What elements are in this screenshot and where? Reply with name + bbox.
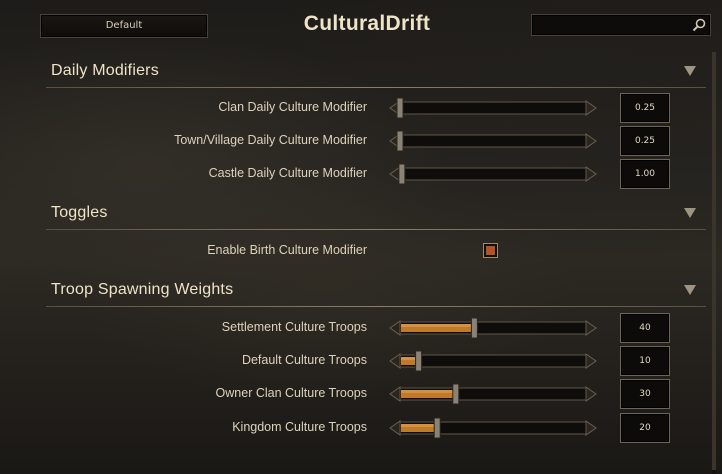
- slider-end-cap: [389, 353, 401, 369]
- slider-fill-highlight: [401, 324, 476, 327]
- chevron-down-icon[interactable]: [684, 208, 696, 218]
- slider-end-cap: [585, 386, 597, 402]
- slider-handle[interactable]: [396, 130, 404, 152]
- value-field[interactable]: 0.25: [620, 126, 670, 156]
- checkbox-checked-mark: [486, 246, 495, 255]
- value-field[interactable]: 30: [620, 379, 670, 409]
- setting-label: Kingdom Culture Troops: [232, 420, 367, 434]
- slider-end-cap: [585, 420, 597, 436]
- slider[interactable]: [388, 97, 598, 119]
- slider-graphic[interactable]: [388, 163, 598, 185]
- value-field[interactable]: 20: [620, 413, 670, 443]
- section-divider: [46, 229, 706, 230]
- slider-graphic[interactable]: [388, 383, 598, 405]
- slider-handle[interactable]: [433, 417, 441, 439]
- slider-graphic[interactable]: [388, 130, 598, 152]
- slider-track: [399, 134, 587, 148]
- slider-graphic[interactable]: [388, 350, 598, 372]
- section-header-troop-spawning-weights[interactable]: Troop Spawning Weights: [46, 277, 706, 307]
- section-divider: [46, 87, 706, 88]
- slider-end-cap: [585, 100, 597, 116]
- value-field[interactable]: 0.25: [620, 93, 670, 123]
- slider-track: [399, 167, 587, 181]
- slider-fill-highlight: [401, 424, 439, 427]
- slider[interactable]: [388, 417, 598, 439]
- section-title: Daily Modifiers: [51, 62, 159, 79]
- slider-handle[interactable]: [396, 97, 404, 119]
- search-input[interactable]: [536, 17, 690, 35]
- slider-end-cap: [585, 353, 597, 369]
- section-divider: [46, 306, 706, 307]
- setting-label: Castle Daily Culture Modifier: [208, 166, 367, 180]
- section-title: Troop Spawning Weights: [51, 281, 234, 298]
- slider[interactable]: [388, 130, 598, 152]
- value-field[interactable]: 1.00: [620, 159, 670, 189]
- slider-end-cap: [389, 386, 401, 402]
- preset-dropdown[interactable]: Default: [40, 14, 208, 38]
- search-icon[interactable]: [691, 17, 707, 33]
- setting-label: Town/Village Daily Culture Modifier: [174, 133, 367, 147]
- section-header-toggles[interactable]: Toggles: [46, 200, 706, 230]
- slider-fill-highlight: [401, 390, 457, 393]
- slider-track: [399, 354, 587, 368]
- slider[interactable]: [388, 163, 598, 185]
- setting-label: Enable Birth Culture Modifier: [207, 243, 367, 257]
- top-bar: Default CulturalDrift: [0, 0, 722, 50]
- setting-label: Default Culture Troops: [241, 353, 367, 367]
- slider-end-cap: [585, 320, 597, 336]
- chevron-down-icon[interactable]: [684, 285, 696, 295]
- setting-label: Settlement Culture Troops: [221, 320, 367, 334]
- birth-culture-checkbox[interactable]: [483, 243, 498, 258]
- value-field[interactable]: 10: [620, 346, 670, 376]
- scrollbar-thumb[interactable]: [712, 52, 716, 470]
- search-box[interactable]: [531, 14, 711, 36]
- slider-end-cap: [389, 420, 401, 436]
- setting-label: Clan Daily Culture Modifier: [218, 100, 367, 114]
- chevron-down-icon[interactable]: [684, 66, 696, 76]
- slider-handle[interactable]: [452, 383, 460, 405]
- slider[interactable]: [388, 383, 598, 405]
- slider-graphic[interactable]: [388, 97, 598, 119]
- slider-end-cap: [585, 166, 597, 182]
- slider[interactable]: [388, 317, 598, 339]
- slider-handle[interactable]: [470, 317, 478, 339]
- value-field[interactable]: 40: [620, 313, 670, 343]
- slider-graphic[interactable]: [388, 417, 598, 439]
- page-title: CulturalDrift: [303, 12, 431, 35]
- slider-end-cap: [389, 320, 401, 336]
- slider-handle[interactable]: [415, 350, 423, 372]
- setting-label: Owner Clan Culture Troops: [215, 386, 367, 400]
- section-header-daily-modifiers[interactable]: Daily Modifiers: [46, 58, 706, 88]
- slider[interactable]: [388, 350, 598, 372]
- slider-end-cap: [585, 133, 597, 149]
- section-title: Toggles: [51, 204, 108, 221]
- slider-handle[interactable]: [398, 163, 406, 185]
- slider-track: [399, 101, 587, 115]
- slider-graphic[interactable]: [388, 317, 598, 339]
- scrollbar[interactable]: [712, 52, 716, 474]
